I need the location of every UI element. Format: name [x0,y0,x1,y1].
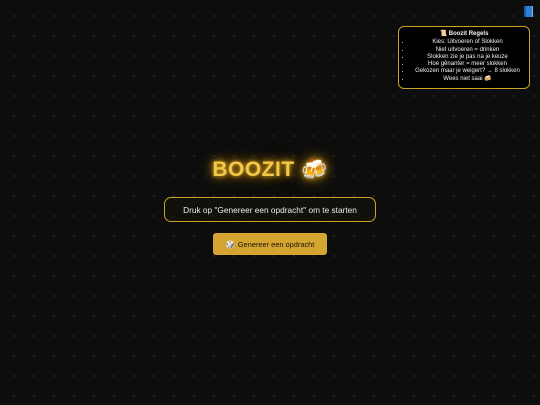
task-display: Druk op "Genereer een opdracht" om te st… [164,197,376,222]
dice-icon: 🎲 [225,239,235,249]
rule-item: Wees niet saai 🍻 [411,76,524,83]
rule-item: Gekozen maar je weigert? → 8 slokken [411,68,524,75]
rules-panel: 📜 Boozit Regels Kies: Uitvoeren of Slokk… [398,26,530,90]
rules-title: 📜 Boozit Regels [439,31,489,37]
rule-item: Kies: Uitvoeren of Slokken [411,39,524,46]
rule-item: Hoe gênanter = meer slokken [411,61,524,68]
rules-toggle-button[interactable] [523,6,533,17]
generate-task-button[interactable]: 🎲 Genereer een opdracht [213,233,327,255]
app-title: BOOZIT 🍻 [212,158,328,181]
book-icon [523,6,533,17]
rule-item: Slokken zie je pas na je keuze [411,54,524,61]
rule-item: Niet uitvoeren = drinken [411,47,524,54]
task-text: Druk op "Genereer een opdracht" om te st… [183,204,357,215]
rules-list: Kies: Uitvoeren of Slokken Niet uitvoere… [404,39,524,83]
generate-task-label: Genereer een opdracht [237,239,315,249]
